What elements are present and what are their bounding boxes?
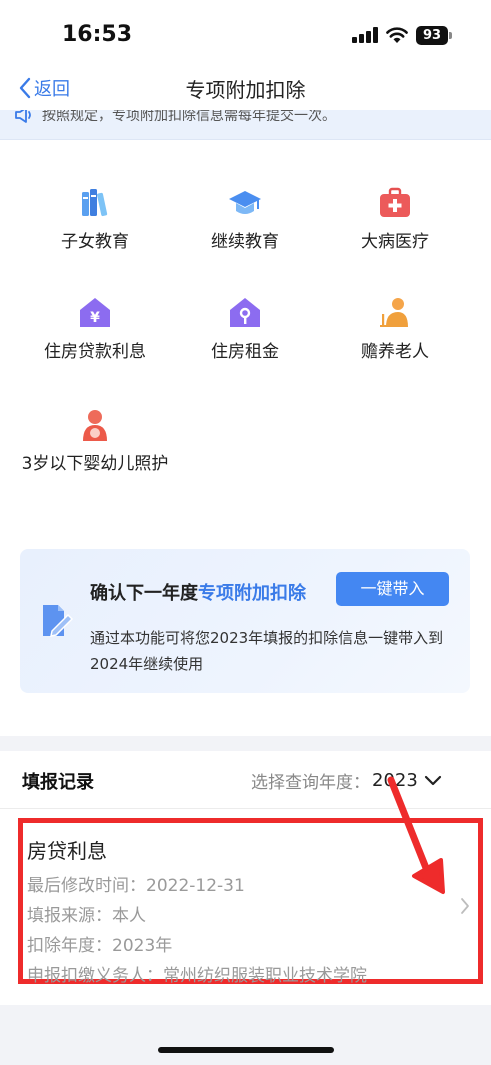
- svg-text:¥: ¥: [90, 310, 100, 326]
- elder-person-icon: [380, 298, 408, 327]
- deduction-category-section: 子女教育 继续教育 大病医疗 ¥ 住房贷款利息 住房租金 赡养老人 3岁以下婴幼…: [0, 140, 491, 736]
- notice-banner: 按照规定，专项附加扣除信息需每年提交一次。: [0, 110, 491, 140]
- house-key-icon: [230, 298, 260, 327]
- category-infant-care[interactable]: 3岁以下婴幼儿照护: [13, 408, 177, 478]
- category-elder-support[interactable]: 赡养老人: [313, 296, 477, 366]
- category-label: 继续教育: [211, 232, 279, 252]
- document-pen-icon: [43, 605, 74, 637]
- medical-kit-icon: [380, 187, 410, 217]
- carry-forward-description: 通过本功能可将您2023年填报的扣除信息一键带入到2024年继续使用: [90, 629, 444, 673]
- year-select-label: 选择查询年度：: [251, 773, 370, 793]
- category-serious-illness[interactable]: 大病医疗: [313, 186, 477, 256]
- home-indicator: [158, 1047, 334, 1053]
- record-withholder: 申报扣缴义务人：常州纺织服装职业技术学院: [27, 966, 367, 986]
- notice-text: 按照规定，专项附加扣除信息需每年提交一次。: [42, 110, 336, 124]
- chevron-right-icon: [461, 898, 469, 914]
- record-item[interactable]: 房贷利息 最后修改时间：2022-12-31 填报来源：本人 扣除年度：2023…: [18, 818, 483, 986]
- year-select-value: 2023: [372, 770, 418, 791]
- record-deduct-year: 扣除年度：2023年: [27, 936, 173, 956]
- category-children-education[interactable]: 子女教育: [13, 186, 177, 256]
- books-icon: [82, 189, 108, 217]
- records-title: 填报记录: [22, 772, 94, 793]
- carry-forward-card: 确认下一年度专项附加扣除 一键带入 通过本功能可将您2023年填报的扣除信息一键…: [20, 549, 470, 693]
- year-selector[interactable]: 选择查询年度： 2023: [251, 768, 442, 793]
- category-continuing-education[interactable]: 继续教育: [163, 186, 327, 256]
- battery-indicator: 93: [416, 26, 448, 45]
- navigation-bar: 返回 专项附加扣除: [0, 66, 491, 110]
- house-yuan-icon: ¥: [80, 298, 110, 327]
- category-label: 住房租金: [211, 342, 279, 362]
- category-housing-rent[interactable]: 住房租金: [163, 296, 327, 366]
- battery-tip: [449, 32, 452, 39]
- wifi-icon: [386, 27, 408, 43]
- megaphone-icon: [15, 110, 31, 123]
- category-mortgage-interest[interactable]: ¥ 住房贷款利息: [13, 296, 177, 366]
- one-click-import-button[interactable]: 一键带入: [336, 572, 449, 606]
- category-label: 子女教育: [61, 232, 129, 252]
- category-label: 赡养老人: [361, 342, 429, 362]
- records-header: 填报记录 选择查询年度： 2023: [0, 751, 491, 809]
- carry-forward-title-highlight: 专项附加扣除: [198, 583, 306, 604]
- record-modified-time: 最后修改时间：2022-12-31: [27, 876, 245, 896]
- mother-baby-icon: [83, 410, 107, 441]
- graduation-cap-icon: [229, 191, 261, 214]
- status-time: 16:53: [62, 22, 133, 47]
- category-label: 大病医疗: [361, 232, 429, 252]
- record-title: 房贷利息: [27, 839, 107, 863]
- category-label: 3岁以下婴幼儿照护: [21, 454, 169, 474]
- carry-forward-title-prefix: 确认下一年度: [90, 583, 198, 604]
- page-title: 专项附加扣除: [185, 78, 306, 102]
- record-source: 填报来源：本人: [27, 906, 146, 926]
- cellular-signal-icon: [352, 27, 378, 43]
- category-label: 住房贷款利息: [44, 342, 146, 362]
- chevron-down-icon: [424, 775, 441, 785]
- carry-forward-title: 确认下一年度专项附加扣除: [90, 579, 306, 605]
- status-bar: 16:53 93: [0, 0, 491, 66]
- filing-records-section: 填报记录 选择查询年度： 2023 房贷利息 最后修改时间：2022-12-31…: [0, 751, 491, 1005]
